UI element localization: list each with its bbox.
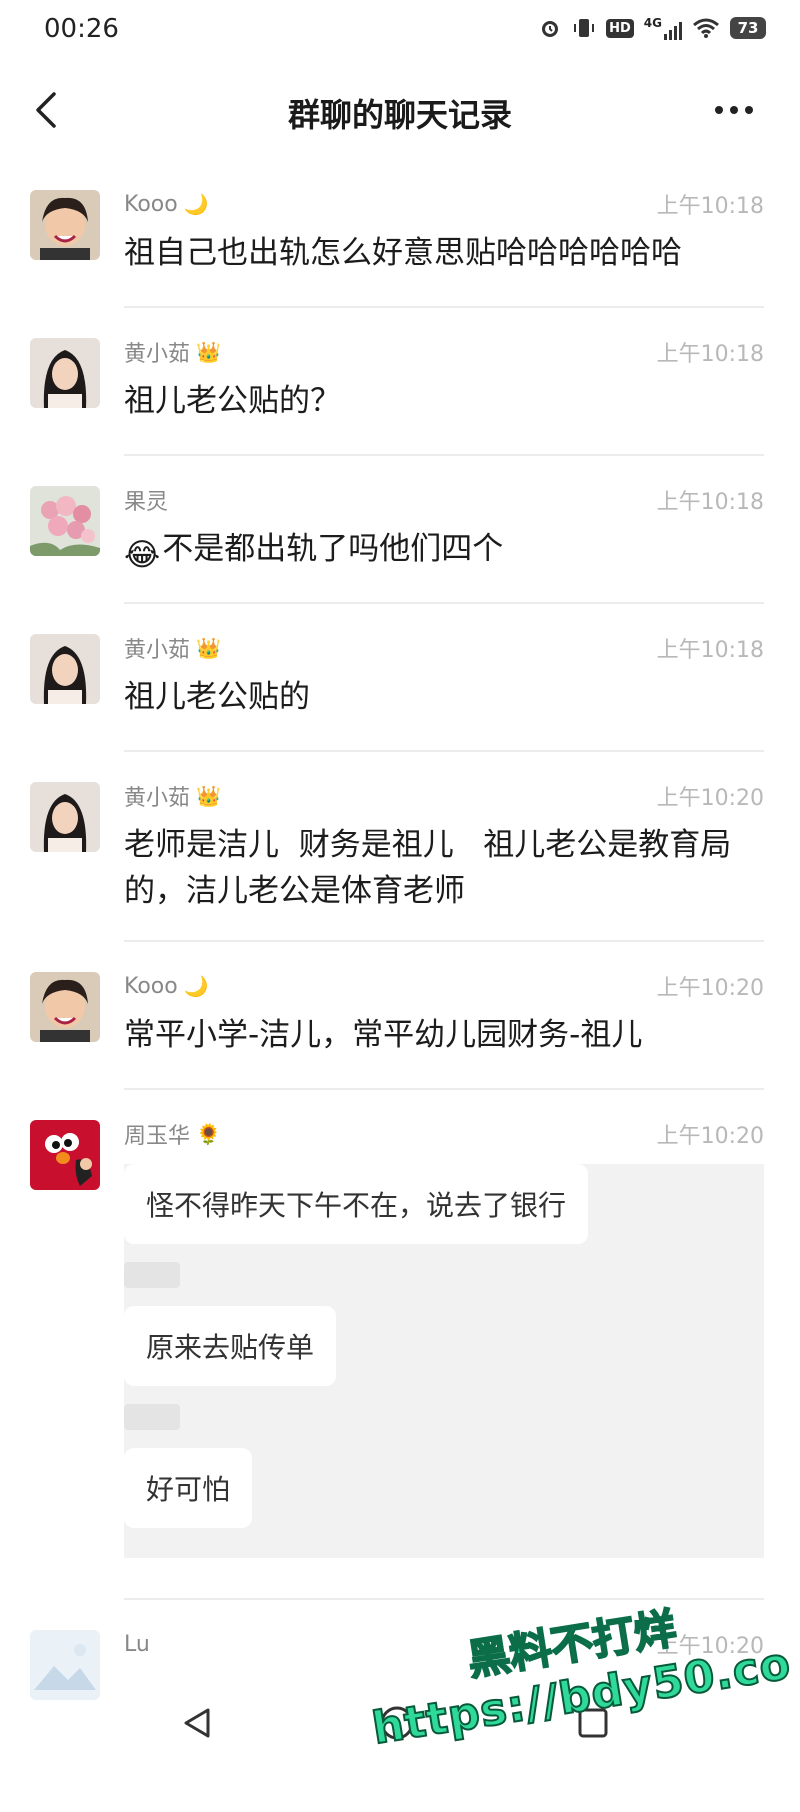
message-item: 果灵 上午10:18 😂不是都出轨了吗他们四个 [30,456,764,606]
avatar[interactable] [30,634,100,704]
redacted-area [124,1386,764,1448]
message-bubble[interactable]: 好可怕 [124,1448,253,1528]
avatar-huang-icon [30,782,100,852]
avatar-kooo-icon [30,972,100,1042]
message-bubble[interactable]: 怪不得昨天下午不在，说去了银行 [124,1164,589,1244]
sender-name: Kooo 🌙 [124,974,209,999]
message-text: 常平小学-洁儿，常平幼儿园财务-祖儿 [124,1017,643,1053]
triangle-back-icon [184,1708,210,1738]
navbar: 群聊的聊天记录 [0,60,800,160]
message-time: 上午10:20 [656,976,764,1001]
message-item: 黄小茹 👑 上午10:18 祖儿老公贴的？ [30,308,764,456]
avatar[interactable] [30,782,100,852]
battery-icon: 73 [730,17,766,39]
message-time: 上午10:20 [656,1124,764,1149]
message-time: 上午10:18 [656,194,764,219]
sender-label: 果灵 [124,490,169,515]
message-time: 上午10:18 [656,638,764,663]
sender-name: 黄小茹 👑 [124,632,221,664]
sender-name: Kooo 🌙 [124,192,209,217]
network-type: 4G [643,16,662,30]
message-text: 祖儿老公贴的 [124,679,310,715]
crown-icon: 👑 [196,340,221,364]
sender-name: 黄小茹 👑 [124,336,221,368]
sender-label: Lu [124,1631,150,1657]
sender-label: 周玉华 [124,1124,191,1149]
alarm-icon [542,21,559,37]
crown-icon: 👑 [196,784,221,808]
more-dots-icon [715,106,753,114]
moon-icon: 🌙 [183,192,209,216]
avatar[interactable] [30,190,100,260]
message-item: 周玉华 🌻 上午10:20 怪不得昨天下午不在，说去了银行 原来去贴传单 好可怕 [30,1090,764,1600]
sender-label: 黄小茹 [124,342,191,367]
sender-label: Kooo [124,973,178,999]
message-text: 😂不是都出轨了吗他们四个 [124,516,764,606]
sender-label: 黄小茹 [124,638,191,663]
page-title: 群聊的聊天记录 [287,96,512,134]
hd-icon: HD [606,18,634,38]
message-text: 祖自己也出轨怎么好意思贴哈哈哈哈哈哈 [124,235,682,271]
message-time: 上午10:18 [656,342,764,367]
crown-icon: 👑 [196,636,221,660]
moon-icon: 🌙 [183,974,209,998]
avatar[interactable] [30,972,100,1042]
sender-label: Kooo [124,191,178,217]
avatar-huang-icon [30,338,100,408]
status-time: 00:26 [44,14,119,44]
avatar-huang-icon [30,634,100,704]
message-bubble-group: 怪不得昨天下午不在，说去了银行 原来去贴传单 好可怕 [124,1164,764,1558]
message-item: 黄小茹 👑 上午10:18 祖儿老公贴的 [30,604,764,752]
laughing-crying-emoji-icon: 😂 [124,537,161,573]
message-time: 上午10:18 [656,490,764,515]
avatar-flowers-icon [30,486,100,556]
message-text: 祖儿老公贴的？ [124,383,341,419]
avatar[interactable] [30,338,100,408]
wifi-icon [693,18,719,38]
message-list: Kooo 🌙 上午10:18 祖自己也出轨怎么好意思贴哈哈哈哈哈哈 黄小茹 👑 … [0,160,800,1720]
vibrate-icon [574,19,595,37]
message-item: Kooo 🌙 上午10:18 祖自己也出轨怎么好意思贴哈哈哈哈哈哈 [30,160,764,308]
status-icons: HD 4G 73 [538,16,766,40]
sender-label: 黄小茹 [124,786,191,811]
nav-back-button[interactable] [180,1706,214,1744]
sender-name: Lu [124,1632,150,1657]
avatar-kooo-icon [30,190,100,260]
avatar[interactable] [30,1120,100,1190]
status-bar: 00:26 HD 4G 73 [0,0,800,60]
message-item: Kooo 🌙 上午10:20 常平小学-洁儿，常平幼儿园财务-祖儿 [30,942,764,1090]
message-time: 上午10:20 [656,786,764,811]
message-bubble[interactable]: 原来去贴传单 [124,1306,337,1386]
more-button[interactable] [706,90,762,130]
message-text: 老师是洁儿 财务是祖儿 祖儿老公是教育局的，洁儿老公是体育老师 [124,827,732,909]
sender-name: 果灵 [124,484,168,516]
message-item: 黄小茹 👑 上午10:20 老师是洁儿 财务是祖儿 祖儿老公是教育局的，洁儿老公… [30,752,764,942]
redacted-area [124,1244,764,1306]
message-text-body: 不是都出轨了吗他们四个 [162,531,504,567]
avatar-elmo-icon [30,1120,100,1190]
sender-name: 黄小茹 👑 [124,780,221,812]
sunflower-icon: 🌻 [196,1122,221,1146]
signal-icon: 4G [644,16,682,40]
avatar[interactable] [30,486,100,556]
sender-name: 周玉华 🌻 [124,1118,221,1150]
